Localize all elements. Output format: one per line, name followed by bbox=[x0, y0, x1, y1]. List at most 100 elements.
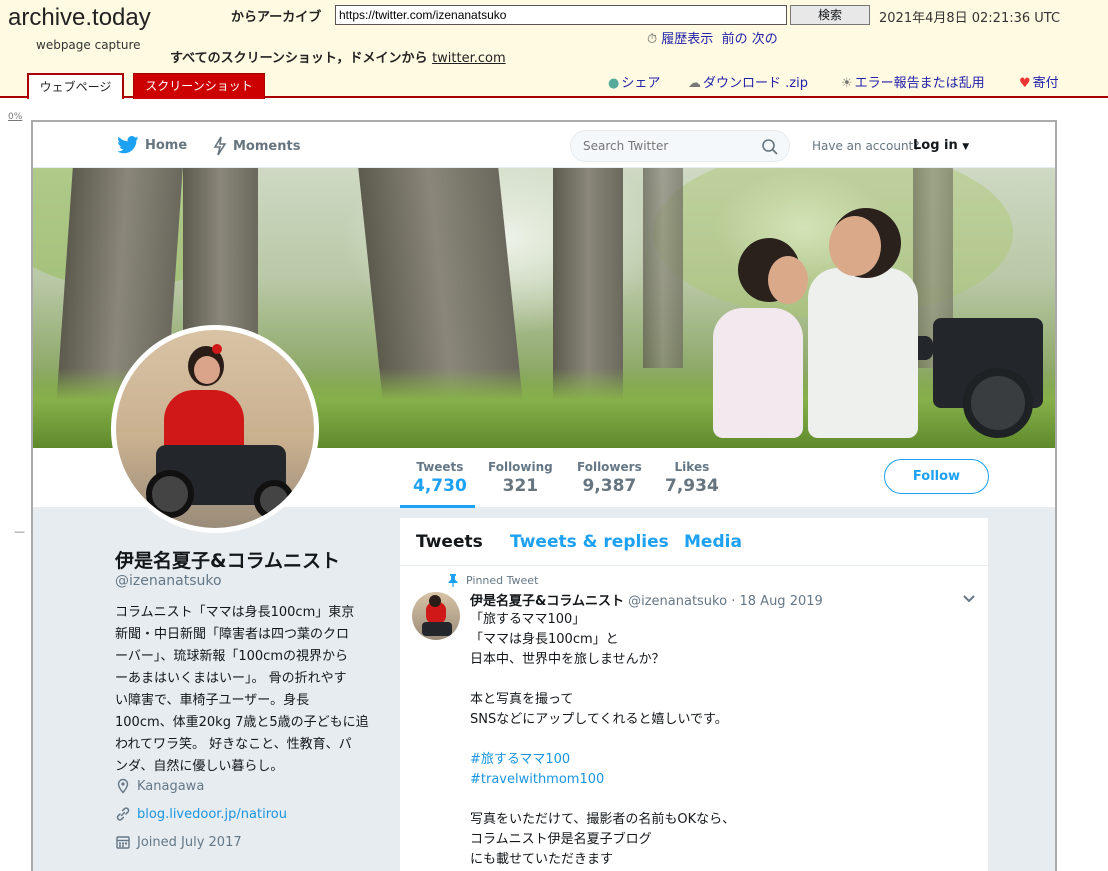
tweet-line: 日本中、世界中を旅しませんか？ bbox=[470, 652, 665, 667]
history-link[interactable]: 履歴表示 bbox=[661, 32, 713, 47]
stat-value: 7,934 bbox=[665, 476, 719, 496]
bio-line: 新聞・中日新聞「障害者は四つ葉のクロ bbox=[115, 627, 350, 642]
bio-line: コラムニスト「ママは身長100cm」東京 bbox=[115, 605, 355, 620]
report-link[interactable]: ☀ エラー報告または乱用 bbox=[841, 72, 985, 91]
tweet-header: 伊是名夏子&コラムニスト @izenanatsuko · 18 Aug 2019 bbox=[470, 590, 823, 609]
tweet-line: 「旅するママ100」 bbox=[470, 612, 586, 627]
tweet-text: 「旅するママ100」 「ママは身長100cm」と 日本中、世界中を旅しませんか？… bbox=[470, 610, 970, 870]
location-pin-icon bbox=[117, 778, 129, 794]
percent-link[interactable]: 0% bbox=[8, 112, 22, 122]
cloud-download-icon: ☁ bbox=[688, 76, 701, 91]
tweet-line: 写真をいただけて、撮影者の名前もOKなら、 bbox=[470, 812, 736, 827]
caret-down-icon: ▼ bbox=[962, 142, 970, 152]
profile-location: Kanagawa bbox=[115, 778, 204, 794]
link-icon bbox=[116, 807, 130, 821]
from-archive-label: からアーカイブ bbox=[231, 10, 322, 25]
all-screenshots-label: すべてのスクリーンショット，ドメインから twitter.com bbox=[170, 47, 506, 66]
stat-following[interactable]: Following 321 bbox=[488, 460, 553, 496]
prev-link[interactable]: 前の bbox=[722, 32, 748, 47]
bio-line: ンダ、自然に優しい暮らし。 bbox=[115, 759, 284, 774]
profile-avatar[interactable] bbox=[111, 325, 319, 533]
archive-header: archive.today webpage capture からアーカイブ 検索… bbox=[0, 0, 1108, 99]
tweet-author-handle[interactable]: @izenanatsuko bbox=[628, 594, 727, 609]
bio-line: ーバー」、琉球新報「100cmの視界から bbox=[115, 649, 348, 664]
profile-name[interactable]: 伊是名夏子&コラムニスト bbox=[115, 546, 340, 573]
hashtag-link[interactable]: #travelwithmom100 bbox=[470, 770, 970, 790]
stat-likes[interactable]: Likes 7,934 bbox=[665, 460, 719, 496]
tweet-separator: · bbox=[731, 594, 736, 609]
bio-line: 100cm、体重20kg 7歳と5歳の子どもに追 bbox=[115, 715, 369, 730]
hashtag-link[interactable]: #旅するママ100 bbox=[470, 750, 970, 770]
stat-value: 4,730 bbox=[413, 476, 467, 496]
login-label: Log in bbox=[913, 138, 958, 153]
bio-line: い障害で、車椅子ユーザー。身長 bbox=[115, 693, 310, 708]
stat-value: 321 bbox=[502, 476, 539, 496]
have-account-text: Have an account? bbox=[812, 139, 920, 153]
tab-webpage[interactable]: ウェブページ bbox=[27, 73, 124, 99]
pinned-text: Pinned Tweet bbox=[466, 574, 539, 587]
profile-handle[interactable]: @izenanatsuko bbox=[115, 573, 222, 589]
timeline-tabs: Tweets Tweets & replies Media bbox=[400, 518, 988, 566]
search-icon[interactable] bbox=[761, 138, 779, 156]
stat-tweets[interactable]: Tweets 4,730 bbox=[413, 460, 467, 496]
twitter-search-box[interactable] bbox=[570, 130, 790, 162]
profile-website[interactable]: blog.livedoor.jp/natirou bbox=[115, 806, 287, 822]
donate-link[interactable]: ♥ 寄付 bbox=[1019, 72, 1059, 91]
location-text: Kanagawa bbox=[137, 778, 205, 794]
tweet-avatar[interactable] bbox=[412, 592, 460, 640]
tweet-line bbox=[470, 790, 970, 810]
nav-home[interactable]: Home bbox=[117, 136, 187, 154]
profile-bio: コラムニスト「ママは身長100cm」東京 新聞・中日新聞「障害者は四つ葉のクロ … bbox=[115, 602, 383, 778]
share-label: シェア bbox=[621, 76, 661, 91]
stat-value: 9,387 bbox=[582, 476, 637, 496]
share-icon: ● bbox=[608, 76, 620, 91]
next-link[interactable]: 次の bbox=[752, 32, 778, 47]
stat-label: Following bbox=[488, 460, 553, 474]
clock-icon: ⏱ bbox=[647, 32, 658, 47]
tab-tweets[interactable]: Tweets bbox=[416, 532, 483, 552]
tab-screenshot[interactable]: スクリーンショット bbox=[133, 73, 265, 99]
tweet-line: 「ママは身長100cm」と bbox=[470, 632, 619, 647]
captured-page: Home Moments Have an account? Log in ▼ bbox=[31, 120, 1057, 871]
nav-moments[interactable]: Moments bbox=[213, 136, 300, 156]
archive-subtitle: webpage capture bbox=[36, 38, 141, 52]
tab-tweets-replies[interactable]: Tweets & replies bbox=[510, 532, 669, 552]
tweet-line bbox=[470, 730, 970, 750]
tab-media[interactable]: Media bbox=[684, 532, 742, 552]
tweet-line: コラムニスト伊是名夏子ブログ bbox=[470, 832, 652, 847]
tweet-line: SNSなどにアップしてくれると嬉しいです。 bbox=[470, 712, 728, 727]
twitter-nav: Home Moments Have an account? Log in ▼ bbox=[33, 122, 1055, 168]
tweet-line: 本と写真を撮って bbox=[470, 692, 574, 707]
bio-line: われてワラ笑。 好きなこと、性教育、パ bbox=[115, 737, 352, 752]
tweet-author-name[interactable]: 伊是名夏子&コラムニスト bbox=[470, 594, 624, 609]
tweet-date[interactable]: 18 Aug 2019 bbox=[740, 594, 823, 609]
chevron-down-icon[interactable] bbox=[962, 594, 976, 604]
lightning-icon bbox=[213, 136, 227, 156]
pin-icon bbox=[448, 574, 458, 587]
frame-gutter: 0% — bbox=[0, 100, 30, 871]
share-link[interactable]: ● シェア bbox=[608, 72, 660, 91]
tweet-line bbox=[470, 670, 970, 690]
login-button[interactable]: Log in ▼ bbox=[913, 138, 969, 153]
stat-label: Followers bbox=[577, 460, 642, 474]
tweet-line: にも載せていただきます bbox=[470, 852, 614, 867]
download-link[interactable]: ☁ ダウンロード .zip bbox=[688, 72, 808, 91]
website-link[interactable]: blog.livedoor.jp/natirou bbox=[137, 807, 287, 822]
bio-line: ーあまはいくまはいー」。 骨の折れやす bbox=[115, 671, 347, 686]
archive-logo[interactable]: archive.today bbox=[8, 4, 151, 32]
search-input[interactable] bbox=[583, 139, 753, 153]
pinned-tweet-label: Pinned Tweet bbox=[448, 574, 538, 587]
follow-button[interactable]: Follow bbox=[884, 459, 989, 494]
all-screenshots-text: すべてのスクリーンショット，ドメインから bbox=[170, 51, 428, 66]
download-label: ダウンロード .zip bbox=[703, 76, 808, 91]
archive-url-input[interactable] bbox=[335, 5, 787, 25]
stat-label: Tweets bbox=[416, 460, 464, 474]
bulb-icon: ☀ bbox=[841, 76, 853, 91]
archive-search-button[interactable]: 検索 bbox=[790, 5, 870, 25]
domain-link[interactable]: twitter.com bbox=[432, 51, 506, 66]
donate-label: 寄付 bbox=[1032, 76, 1059, 91]
stat-followers[interactable]: Followers 9,387 bbox=[577, 460, 642, 496]
gutter-dash: — bbox=[14, 525, 25, 538]
twitter-bird-icon bbox=[117, 136, 139, 154]
history-nav: ⏱ 履歴表示 前の 次の bbox=[647, 28, 778, 47]
